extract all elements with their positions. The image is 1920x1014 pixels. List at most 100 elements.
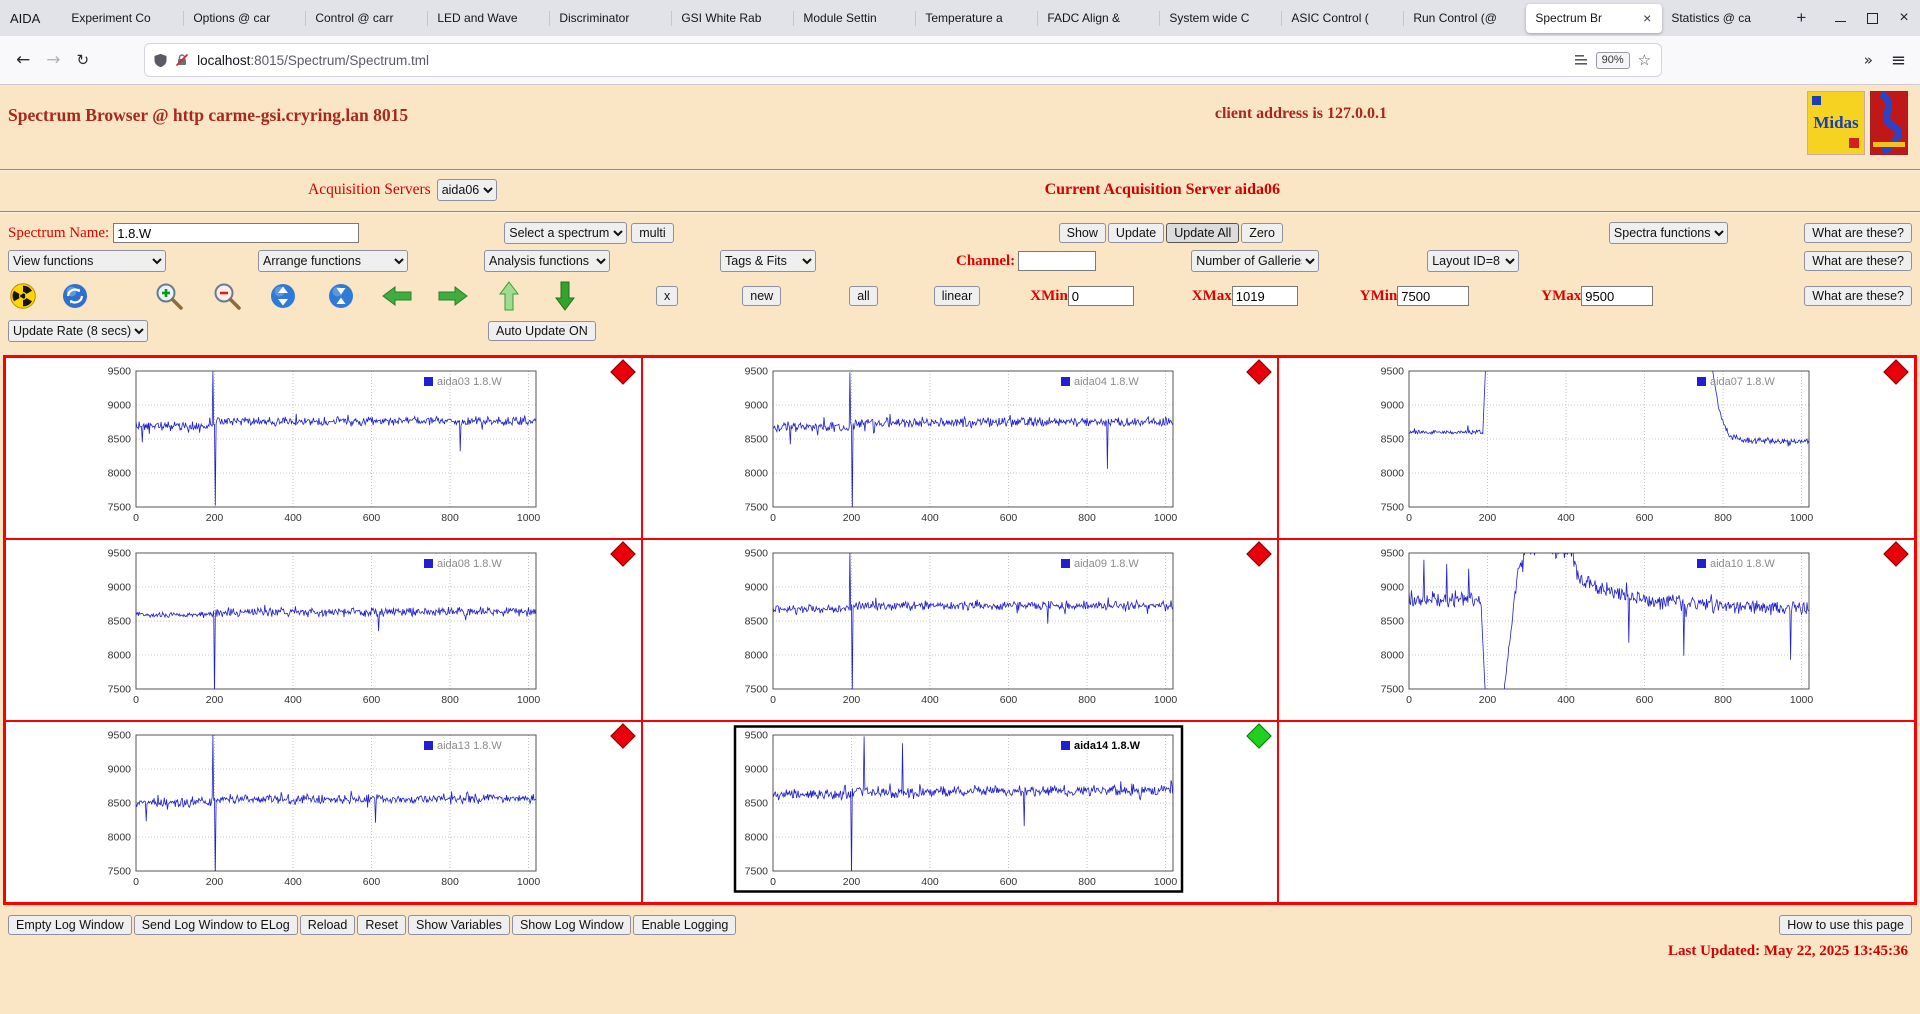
browser-tab-3[interactable]: Control @ carr [306, 4, 428, 33]
window-close-button[interactable]: × [1888, 0, 1920, 36]
how-to-use-button[interactable]: How to use this page [1779, 915, 1912, 935]
status-diamond-red[interactable] [1247, 541, 1272, 566]
status-diamond-green[interactable] [1247, 723, 1272, 748]
acquisition-server-select[interactable]: aida06 [437, 179, 497, 201]
reset-button[interactable]: Reset [357, 915, 406, 935]
number-of-galleries-dropdown[interactable]: Number of Galleries [1191, 250, 1319, 272]
browser-tab-13[interactable]: Spectrum Br× [1526, 4, 1662, 33]
update-button[interactable]: Update [1108, 223, 1164, 243]
expand-vertical-icon[interactable] [270, 283, 296, 309]
move-right-icon[interactable] [438, 285, 468, 307]
spectrum-cell-aida09[interactable]: 7500800085009000950002004006008001000aid… [642, 539, 1279, 721]
move-left-icon[interactable] [382, 285, 412, 307]
move-down-icon[interactable] [554, 281, 576, 311]
channel-input[interactable] [1018, 251, 1096, 271]
forward-button[interactable]: → [46, 50, 60, 70]
zoom-level-indicator[interactable]: 90% [1596, 52, 1630, 69]
spectrum-cell-aida04[interactable]: 7500800085009000950002004006008001000aid… [642, 357, 1279, 539]
browser-tab-11[interactable]: ASIC Control ( [1282, 4, 1404, 33]
spectrum-name-input[interactable] [113, 223, 359, 243]
tags-fits-dropdown[interactable]: Tags & Fits [720, 250, 816, 272]
what-are-these-button-2[interactable]: What are these? [1804, 251, 1912, 271]
move-up-icon[interactable] [498, 281, 520, 311]
browser-tab-4[interactable]: LED and Wave [428, 4, 550, 33]
status-diamond-red[interactable] [610, 359, 635, 384]
browser-tab-9[interactable]: FADC Align & [1038, 4, 1160, 33]
xmax-input[interactable] [1232, 286, 1298, 306]
multi-button[interactable]: multi [631, 223, 673, 243]
show-button[interactable]: Show [1059, 223, 1106, 243]
update-rate-dropdown[interactable]: Update Rate (8 secs) [8, 320, 148, 342]
update-all-button[interactable]: Update All [1166, 223, 1239, 243]
browser-tab-8[interactable]: Temperature a [916, 4, 1038, 33]
url-bar[interactable]: localhost:8015/Spectrum/Spectrum.tml 90%… [145, 44, 1661, 76]
new-tab-button[interactable]: + [1786, 8, 1816, 28]
view-functions-dropdown[interactable]: View functions [8, 250, 166, 272]
bookmark-star-icon[interactable]: ☆ [1638, 51, 1651, 69]
auto-update-button[interactable]: Auto Update ON [488, 321, 596, 341]
browser-tab-10[interactable]: System wide C [1160, 4, 1282, 33]
empty-log-window-button[interactable]: Empty Log Window [8, 915, 132, 935]
refresh-globe-icon[interactable] [62, 283, 88, 309]
browser-tab-6[interactable]: GSI White Rab [672, 4, 794, 33]
status-diamond-red[interactable] [1883, 541, 1908, 566]
back-button[interactable]: ← [16, 50, 30, 70]
spectra-functions-dropdown[interactable]: Spectra functions [1609, 222, 1728, 244]
zoom-in-icon[interactable] [154, 281, 184, 311]
what-are-these-button-3[interactable]: What are these? [1804, 286, 1912, 306]
zoom-out-icon[interactable] [212, 281, 242, 311]
insecure-lock-icon[interactable] [175, 53, 189, 67]
radiation-icon[interactable] [10, 283, 36, 309]
window-maximize-button[interactable] [1856, 0, 1888, 36]
all-button[interactable]: all [849, 286, 878, 306]
show-log-window-button[interactable]: Show Log Window [512, 915, 632, 935]
zero-button[interactable]: Zero [1241, 223, 1283, 243]
browser-tab-14[interactable]: Statistics @ ca [1662, 4, 1784, 33]
ymin-input[interactable] [1397, 286, 1469, 306]
tab-label: FADC Align & [1047, 11, 1151, 25]
compress-vertical-icon[interactable] [328, 283, 354, 309]
reader-view-icon[interactable] [1574, 53, 1588, 67]
menu-icon[interactable]: ≡ [1891, 50, 1906, 71]
reload-button[interactable]: ↻ [77, 51, 90, 69]
status-diamond-red[interactable] [610, 723, 635, 748]
browser-tab-1[interactable]: Experiment Co [62, 4, 184, 33]
reload-page-button[interactable]: Reload [300, 915, 356, 935]
browser-tab-12[interactable]: Run Control (@ [1404, 4, 1526, 33]
midas-logo[interactable]: Midas [1807, 91, 1865, 155]
svg-text:7500: 7500 [108, 502, 132, 514]
toolbar-overflow-icon[interactable]: » [1850, 51, 1873, 69]
spectrum-cell-aida13[interactable]: 7500800085009000950002004006008001000aid… [5, 721, 642, 903]
window-minimize-button[interactable] [1824, 0, 1856, 36]
browser-tab-5[interactable]: Discriminator [550, 4, 672, 33]
status-diamond-red[interactable] [610, 541, 635, 566]
spectrum-cell-aida08[interactable]: 7500800085009000950002004006008001000aid… [5, 539, 642, 721]
layout-id-dropdown[interactable]: Layout ID=8 [1427, 250, 1519, 272]
x-button[interactable]: x [656, 286, 678, 306]
what-are-these-button-1[interactable]: What are these? [1804, 223, 1912, 243]
new-button[interactable]: new [742, 286, 781, 306]
xmin-input[interactable] [1068, 286, 1134, 306]
browser-tab-2[interactable]: Options @ car [184, 4, 306, 33]
tab-close-icon[interactable]: × [1641, 10, 1653, 26]
spectrum-cell-aida07[interactable]: 7500800085009000950002004006008001000aid… [1278, 357, 1915, 539]
tcl-powered-logo[interactable] [1870, 91, 1908, 155]
tracking-protection-shield-icon[interactable] [153, 53, 168, 68]
send-log-to-elog-button[interactable]: Send Log Window to ELog [134, 915, 298, 935]
status-diamond-red[interactable] [1247, 359, 1272, 384]
status-diamond-red[interactable] [1883, 359, 1908, 384]
svg-text:1000: 1000 [1790, 694, 1814, 706]
spectrum-cell-aida10[interactable]: 7500800085009000950002004006008001000aid… [1278, 539, 1915, 721]
enable-logging-button[interactable]: Enable Logging [633, 915, 736, 935]
linear-button[interactable]: linear [934, 286, 981, 306]
spectrum-cell-aida03[interactable]: 7500800085009000950002004006008001000aid… [5, 357, 642, 539]
browser-tab-7[interactable]: Module Settin [794, 4, 916, 33]
show-variables-button[interactable]: Show Variables [408, 915, 510, 935]
analysis-functions-dropdown[interactable]: Analysis functions [484, 250, 610, 272]
arrange-functions-dropdown[interactable]: Arrange functions [258, 250, 408, 272]
ymax-input[interactable] [1581, 286, 1653, 306]
spectrum-cell-aida14[interactable]: 7500800085009000950002004006008001000aid… [642, 721, 1279, 903]
spectrum-chart: 7500800085009000950002004006008001000aid… [74, 361, 554, 531]
select-spectrum-dropdown[interactable]: Select a spectrum [504, 222, 627, 244]
svg-text:400: 400 [1558, 694, 1576, 706]
